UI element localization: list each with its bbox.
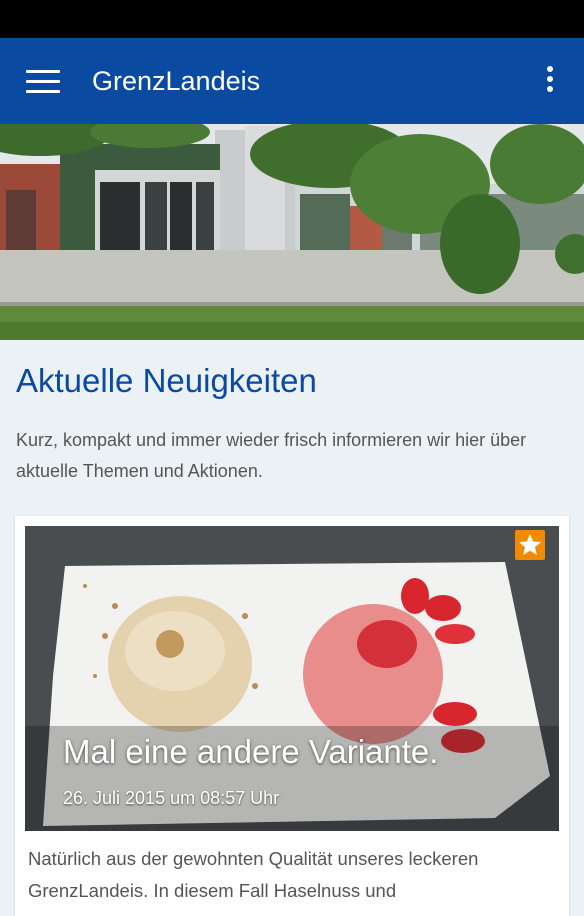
app-title: GrenzLandeis: [92, 66, 261, 96]
more-vert-icon[interactable]: [538, 66, 562, 98]
hamburger-menu-icon[interactable]: [26, 66, 60, 96]
hero-image: [0, 124, 584, 340]
article-headline: Mal eine andere Variante.: [63, 733, 439, 770]
article-date: 26. Juli 2015 um 08:57 Uhr: [63, 788, 280, 808]
section-title: Aktuelle Neuigkeiten: [16, 362, 317, 399]
section-intro: Kurz, kompakt und immer wieder frisch in…: [16, 430, 527, 481]
news-card[interactable]: Mal eine andere Variante. 26. Juli 2015 …: [15, 516, 569, 916]
article-image[interactable]: Mal eine andere Variante. 26. Juli 2015 …: [25, 526, 559, 831]
app-bar: GrenzLandeis: [0, 38, 584, 124]
status-bar: [0, 0, 584, 38]
favorite-star-icon[interactable]: [515, 530, 545, 560]
article-excerpt: Natürlich aus der gewohnten Qualität uns…: [28, 848, 479, 901]
